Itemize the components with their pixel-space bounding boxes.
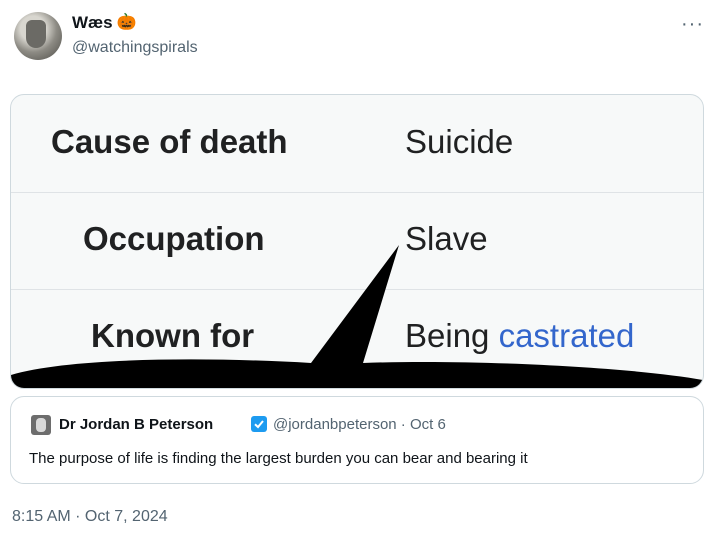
author-display-name[interactable]: Wæs 🎃 <box>72 13 137 33</box>
author-handle[interactable]: @watchingspirals <box>72 39 198 57</box>
quoted-author-name: Dr Jordan B Peterson <box>59 416 214 433</box>
quoted-tweet-text: The purpose of life is finding the large… <box>29 450 528 467</box>
tweet-media-image[interactable]: Cause of death Suicide Occupation Slave … <box>10 94 704 389</box>
speech-bubble-tail-overlay <box>11 245 703 388</box>
more-options-icon[interactable]: ··· <box>681 14 704 34</box>
tweet-timestamp[interactable]: 8:15 AM · Oct 7, 2024 <box>12 508 168 526</box>
author-avatar[interactable] <box>14 12 62 60</box>
quoted-author-avatar <box>31 415 51 435</box>
author-name-text: Wæs <box>72 13 113 32</box>
verified-badge-icon <box>251 416 267 432</box>
quoted-handle-date: @jordanbpeterson · Oct 6 <box>273 416 446 433</box>
quoted-tweet-card[interactable]: Dr Jordan B Peterson @jordanbpeterson · … <box>10 396 704 484</box>
pumpkin-emoji-icon: 🎃 <box>116 14 137 31</box>
